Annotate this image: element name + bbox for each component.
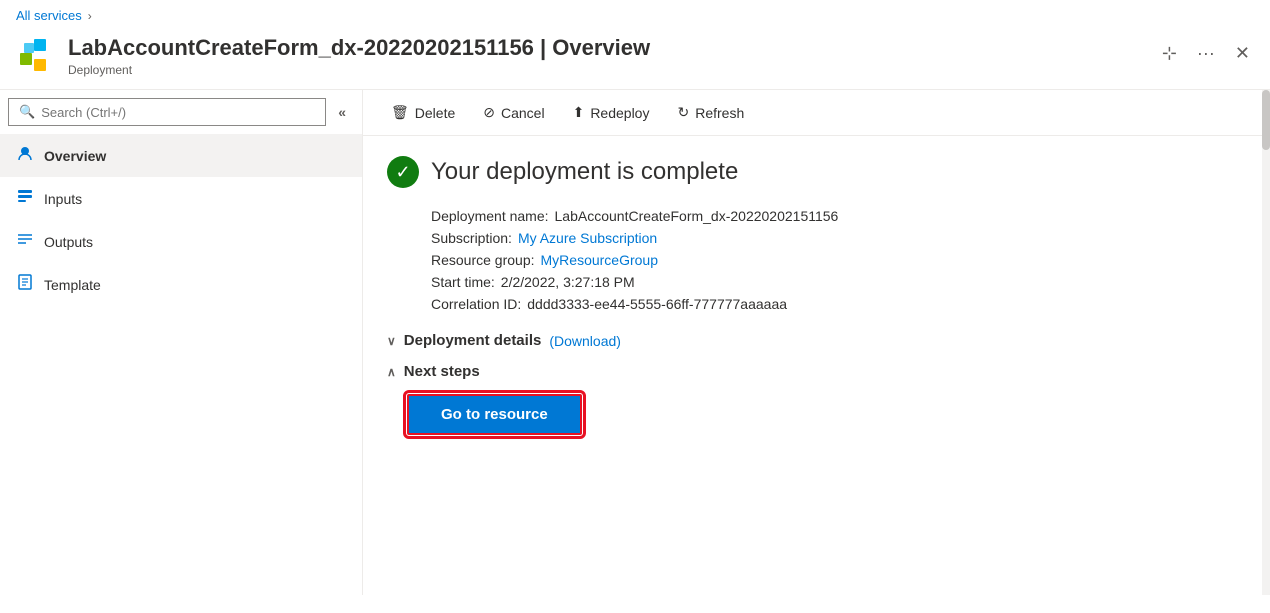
page-title: LabAccountCreateForm_dx-20220202151156 |… <box>68 35 1142 61</box>
deployment-details-section: ∨ Deployment details (Download) <box>387 332 1246 349</box>
all-services-link[interactable]: All services <box>16 8 82 23</box>
nav-items: Overview Inputs Outputs Template <box>0 134 362 306</box>
next-steps-toggle-icon: ∧ <box>387 365 396 379</box>
start-time-value: 2/2/2022, 3:27:18 PM <box>501 274 635 290</box>
cancel-button[interactable]: ⊘ Cancel <box>471 98 556 127</box>
delete-button[interactable]: 🗑 Delete <box>379 98 467 127</box>
pin-button[interactable]: ⊹ <box>1158 39 1181 68</box>
resource-group-row: Resource group: MyResourceGroup <box>431 252 1246 268</box>
start-time-row: Start time: 2/2/2022, 3:27:18 PM <box>431 274 1246 290</box>
main-layout: 🔍 « Overview Inputs <box>0 90 1270 595</box>
resource-type-label: Deployment <box>68 63 1142 77</box>
content-area: 🗑 Delete ⊘ Cancel ⬆ Redeploy ↻ Refresh ✓ <box>363 90 1270 595</box>
deployment-name-value: LabAccountCreateForm_dx-20220202151156 <box>555 208 839 224</box>
close-icon: ✕ <box>1235 43 1250 64</box>
header-text-container: LabAccountCreateForm_dx-20220202151156 |… <box>68 35 1142 77</box>
sidebar-item-overview[interactable]: Overview <box>0 134 362 177</box>
deployment-details-header[interactable]: ∨ Deployment details (Download) <box>387 332 1246 349</box>
delete-label: Delete <box>415 105 455 121</box>
header-actions: ⊹ ··· ✕ <box>1158 39 1254 68</box>
next-steps-label: Next steps <box>404 363 480 380</box>
outputs-icon <box>16 230 34 253</box>
sidebar: 🔍 « Overview Inputs <box>0 90 363 595</box>
cancel-label: Cancel <box>501 105 545 121</box>
delete-icon: 🗑 <box>391 104 409 121</box>
resource-group-link[interactable]: MyResourceGroup <box>541 252 659 268</box>
next-steps-content: Go to resource <box>407 394 1246 435</box>
template-label: Template <box>44 277 101 293</box>
ellipsis-icon: ··· <box>1197 43 1215 64</box>
close-button[interactable]: ✕ <box>1231 39 1254 68</box>
resource-group-label: Resource group: <box>431 252 535 268</box>
sidebar-item-inputs[interactable]: Inputs <box>0 177 362 220</box>
go-to-resource-label: Go to resource <box>441 406 548 423</box>
subscription-label: Subscription: <box>431 230 512 246</box>
deployment-details-label: Deployment details <box>404 332 542 349</box>
subscription-link[interactable]: My Azure Subscription <box>518 230 657 246</box>
download-link[interactable]: (Download) <box>549 333 621 349</box>
redeploy-label: Redeploy <box>590 105 649 121</box>
search-input[interactable] <box>41 105 315 120</box>
collapse-icon: « <box>338 104 346 120</box>
deployment-complete-text: Your deployment is complete <box>431 158 738 186</box>
deployment-complete-banner: ✓ Your deployment is complete <box>387 156 1246 188</box>
next-steps-section: ∧ Next steps Go to resource <box>387 363 1246 435</box>
breadcrumb: All services › <box>0 0 1270 31</box>
template-icon <box>16 273 34 296</box>
go-to-resource-button[interactable]: Go to resource <box>407 394 582 435</box>
sidebar-item-outputs[interactable]: Outputs <box>0 220 362 263</box>
search-row: 🔍 « <box>0 90 362 134</box>
collapse-sidebar-button[interactable]: « <box>330 100 354 124</box>
overview-label: Overview <box>44 148 106 164</box>
correlation-label: Correlation ID: <box>431 296 521 312</box>
content-scroll: ✓ Your deployment is complete Deployment… <box>363 136 1270 595</box>
search-icon: 🔍 <box>19 104 35 120</box>
next-steps-header[interactable]: ∧ Next steps <box>387 363 1246 380</box>
refresh-icon: ↻ <box>677 104 689 121</box>
outputs-label: Outputs <box>44 234 93 250</box>
redeploy-icon: ⬆ <box>573 104 585 121</box>
more-options-button[interactable]: ··· <box>1193 39 1219 68</box>
deployment-name-label: Deployment name: <box>431 208 549 224</box>
inputs-icon <box>16 187 34 210</box>
start-time-label: Start time: <box>431 274 495 290</box>
breadcrumb-chevron: › <box>88 9 92 23</box>
scrollbar-thumb[interactable] <box>1262 90 1270 150</box>
page-header: LabAccountCreateForm_dx-20220202151156 |… <box>0 31 1270 90</box>
search-box[interactable]: 🔍 <box>8 98 326 126</box>
subscription-row: Subscription: My Azure Subscription <box>431 230 1246 246</box>
resource-icon <box>16 35 56 75</box>
details-toggle-icon: ∨ <box>387 334 396 348</box>
scrollbar-track[interactable] <box>1262 90 1270 595</box>
sidebar-item-template[interactable]: Template <box>0 263 362 306</box>
redeploy-button[interactable]: ⬆ Redeploy <box>561 98 662 127</box>
overview-icon <box>16 144 34 167</box>
deployment-info: Deployment name: LabAccountCreateForm_dx… <box>431 208 1246 312</box>
correlation-row: Correlation ID: dddd3333-ee44-5555-66ff-… <box>431 296 1246 312</box>
refresh-button[interactable]: ↻ Refresh <box>665 98 756 127</box>
cancel-icon: ⊘ <box>483 104 495 121</box>
refresh-label: Refresh <box>695 105 744 121</box>
deployment-name-row: Deployment name: LabAccountCreateForm_dx… <box>431 208 1246 224</box>
inputs-label: Inputs <box>44 191 82 207</box>
correlation-value: dddd3333-ee44-5555-66ff-777777aaaaaa <box>527 296 787 312</box>
toolbar: 🗑 Delete ⊘ Cancel ⬆ Redeploy ↻ Refresh <box>363 90 1270 136</box>
check-circle: ✓ <box>387 156 419 188</box>
pin-icon: ⊹ <box>1162 43 1177 64</box>
